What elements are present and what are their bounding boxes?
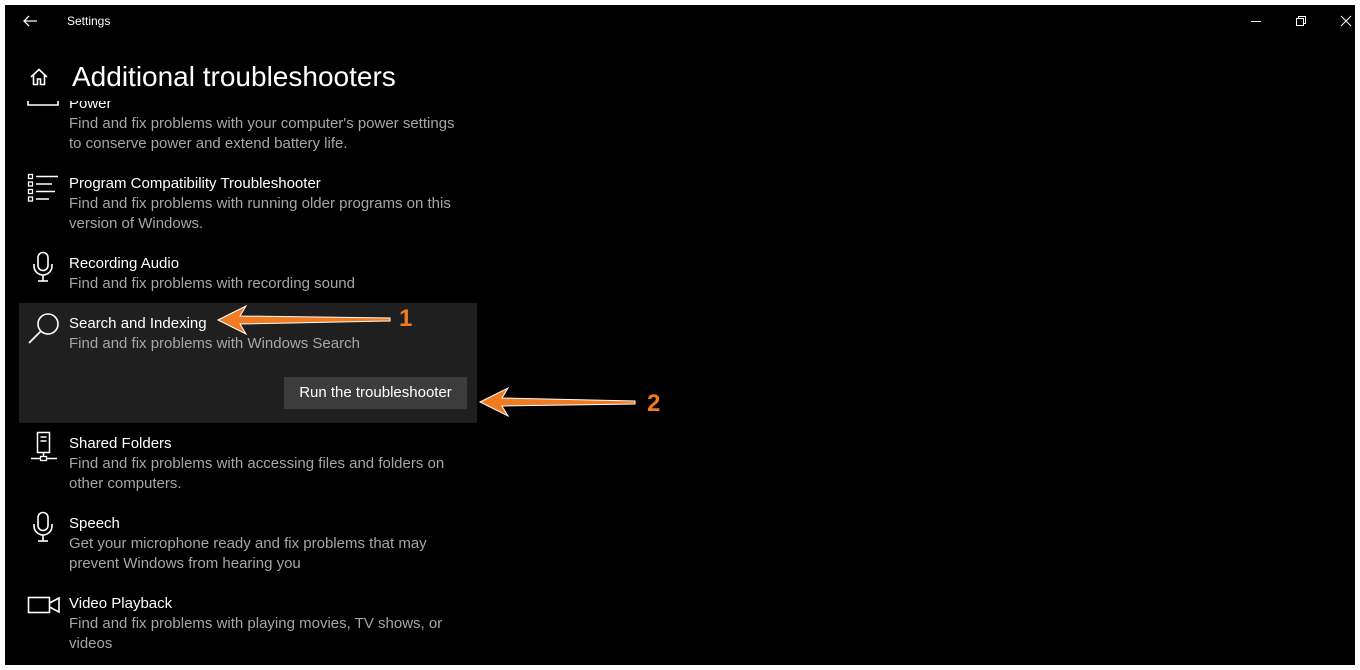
troubleshooter-video-playback[interactable]: Video Playback Find and fix problems wit…	[5, 595, 485, 655]
video-camera-icon	[27, 596, 60, 614]
troubleshooter-list: Power Find and fix problems with your co…	[5, 101, 1355, 665]
troubleshooter-shared-folders[interactable]: Shared Folders Find and fix problems wit…	[5, 431, 485, 495]
title-bar: Settings	[5, 5, 1355, 37]
troubleshooter-power[interactable]: Power Find and fix problems with your co…	[5, 101, 485, 155]
list-icon	[27, 173, 58, 202]
microphone-icon	[33, 511, 53, 542]
troubleshooter-recording-audio[interactable]: Recording Audio Find and fix problems wi…	[5, 251, 485, 299]
troubleshooter-name: Power	[69, 101, 112, 112]
troubleshooter-description: Find and fix problems with accessing fil…	[69, 455, 445, 492]
troubleshooter-name: Recording Audio	[69, 255, 180, 272]
app-title: Settings	[67, 14, 111, 28]
troubleshooter-search-and-indexing[interactable]: Search and Indexing Find and fix problem…	[5, 313, 485, 359]
minimize-icon[interactable]	[1245, 11, 1267, 31]
troubleshooter-speech[interactable]: Speech Get your microphone ready and fix…	[5, 511, 485, 575]
home-icon[interactable]	[29, 67, 49, 87]
annotation-number-1: 1	[399, 305, 413, 332]
troubleshooter-description: Find and fix problems with running older…	[69, 195, 451, 232]
troubleshooter-name: Program Compatibility Troubleshooter	[69, 175, 321, 192]
back-arrow-icon[interactable]	[19, 11, 41, 31]
microphone-icon	[33, 251, 53, 282]
search-icon	[28, 313, 59, 344]
troubleshooter-description: Find and fix problems with your computer…	[69, 115, 455, 152]
troubleshooter-description: Find and fix problems with recording sou…	[69, 275, 355, 292]
troubleshooter-description: Get your microphone ready and fix proble…	[69, 535, 427, 572]
settings-window: Settings Additional troubleshooters Powe…	[5, 5, 1355, 665]
page-title: Additional troubleshooters	[72, 61, 396, 92]
troubleshooter-description: Find and fix problems with Windows Searc…	[69, 335, 360, 352]
troubleshooter-name: Video Playback	[69, 595, 173, 612]
run-troubleshooter-button[interactable]: Run the troubleshooter	[284, 377, 467, 409]
troubleshooter-name: Search and Indexing	[69, 315, 207, 332]
close-icon[interactable]	[1335, 11, 1355, 31]
troubleshooter-name: Shared Folders	[69, 435, 172, 452]
battery-icon	[27, 101, 59, 106]
troubleshooter-program-compatibility[interactable]: Program Compatibility Troubleshooter Fin…	[5, 173, 485, 235]
annotation-number-2: 2	[647, 390, 661, 417]
restore-icon[interactable]	[1290, 11, 1312, 31]
troubleshooter-name: Speech	[69, 515, 120, 532]
shared-folders-icon	[31, 431, 57, 462]
troubleshooter-description: Find and fix problems with playing movie…	[69, 615, 443, 652]
